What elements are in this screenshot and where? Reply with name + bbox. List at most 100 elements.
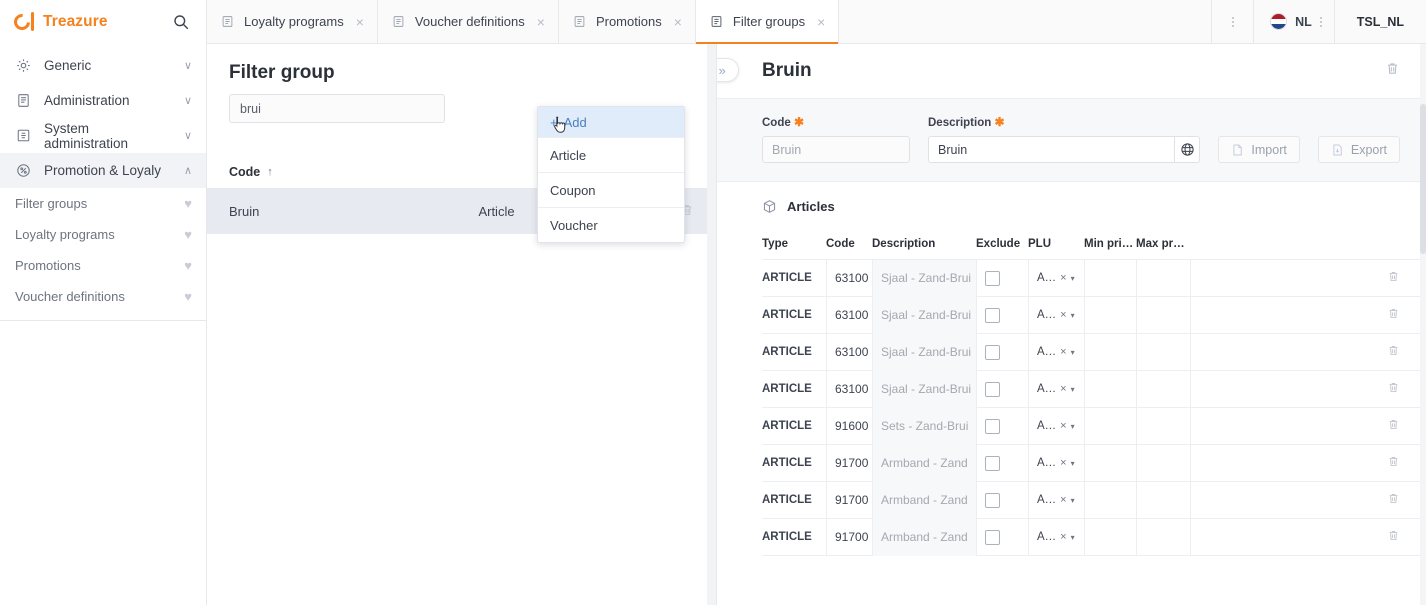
chevron-down-icon[interactable]: ▾ (1071, 311, 1075, 320)
code-input[interactable] (762, 136, 910, 163)
list-panel-scrollbar[interactable] (707, 44, 716, 605)
plu-select[interactable]: A… × ▾ (1037, 531, 1075, 543)
exclude-checkbox[interactable] (985, 270, 1000, 286)
table-row[interactable]: ARTICLE 91700 Armband - Zand A… × ▾ (762, 444, 1426, 482)
user-menu[interactable]: TSL_NL (1334, 0, 1426, 43)
sidebar-item-filter-groups[interactable]: Filter groups ♥ (0, 188, 206, 219)
add-type-dropdown[interactable]: + Add Article Coupon Voucher (537, 106, 685, 243)
plu-select[interactable]: A… × ▾ (1037, 272, 1075, 284)
sidebar-item-system-administration[interactable]: System administration ∨ (0, 118, 206, 153)
trash-icon[interactable] (1387, 272, 1400, 286)
trash-icon[interactable] (1387, 383, 1400, 397)
table-row[interactable]: ARTICLE 91700 Armband - Zand A… × ▾ (762, 518, 1426, 556)
plu-select[interactable]: A… × ▾ (1037, 383, 1075, 395)
more-options-icon[interactable] (1319, 16, 1322, 27)
sidebar-item-generic[interactable]: Generic ∨ (0, 48, 206, 83)
cell-max-price[interactable] (1136, 333, 1190, 371)
trash-icon[interactable] (1387, 309, 1400, 323)
clear-icon[interactable]: × (1060, 531, 1066, 543)
export-button[interactable]: Export (1317, 136, 1400, 163)
clear-icon[interactable]: × (1060, 309, 1066, 321)
trash-icon[interactable] (1387, 457, 1400, 471)
clear-icon[interactable]: × (1060, 383, 1066, 395)
cell-min-price[interactable] (1084, 370, 1136, 408)
cell-min-price[interactable] (1084, 407, 1136, 445)
cell-min-price[interactable] (1084, 518, 1136, 556)
heart-icon[interactable]: ♥ (184, 258, 192, 273)
chevron-down-icon[interactable]: ▾ (1071, 496, 1075, 505)
chevron-down-icon[interactable]: ▾ (1071, 274, 1075, 283)
cell-max-price[interactable] (1136, 481, 1190, 519)
chevron-down-icon[interactable]: ▾ (1071, 422, 1075, 431)
plu-select[interactable]: A… × ▾ (1037, 494, 1075, 506)
sidebar-item-administration[interactable]: Administration ∨ (0, 83, 206, 118)
language-selector[interactable]: NL (1254, 0, 1335, 43)
heart-icon[interactable]: ♥ (184, 227, 192, 242)
tab-loyalty-programs[interactable]: Loyalty programs × (207, 0, 378, 43)
close-icon[interactable]: × (674, 15, 682, 29)
cell-max-price[interactable] (1136, 259, 1190, 297)
clear-icon[interactable]: × (1060, 420, 1066, 432)
cell-min-price[interactable] (1084, 481, 1136, 519)
cell-max-price[interactable] (1136, 444, 1190, 482)
cell-min-price[interactable] (1084, 333, 1136, 371)
exclude-checkbox[interactable] (985, 492, 1000, 508)
sidebar-item-promotions[interactable]: Promotions ♥ (0, 250, 206, 281)
chevron-down-icon[interactable]: ▾ (1071, 533, 1075, 542)
search-icon[interactable] (170, 11, 192, 33)
cell-min-price[interactable] (1084, 259, 1136, 297)
table-row[interactable]: ARTICLE 63100 Sjaal - Zand-Brui A… × ▾ (762, 259, 1426, 297)
cell-min-price[interactable] (1084, 296, 1136, 334)
exclude-checkbox[interactable] (985, 529, 1000, 545)
clear-icon[interactable]: × (1060, 494, 1066, 506)
clear-icon[interactable]: × (1060, 346, 1066, 358)
exclude-checkbox[interactable] (985, 418, 1000, 434)
exclude-checkbox[interactable] (985, 307, 1000, 323)
search-input[interactable] (229, 94, 445, 123)
cell-max-price[interactable] (1136, 518, 1190, 556)
close-icon[interactable]: × (356, 15, 364, 29)
exclude-checkbox[interactable] (985, 381, 1000, 397)
chevron-down-icon[interactable]: ▾ (1071, 348, 1075, 357)
cell-max-price[interactable] (1136, 407, 1190, 445)
plu-select[interactable]: A… × ▾ (1037, 457, 1075, 469)
trash-icon[interactable] (1387, 420, 1400, 434)
heart-icon[interactable]: ♥ (184, 196, 192, 211)
close-icon[interactable]: × (817, 15, 825, 29)
exclude-checkbox[interactable] (985, 344, 1000, 360)
heart-icon[interactable]: ♥ (184, 289, 192, 304)
close-icon[interactable]: × (537, 15, 545, 29)
table-row[interactable]: ARTICLE 63100 Sjaal - Zand-Brui A… × ▾ (762, 370, 1426, 408)
sidebar-item-promotion-loyaly[interactable]: Promotion & Loyaly ∧ (0, 153, 206, 188)
trash-icon[interactable] (1387, 531, 1400, 545)
globe-icon[interactable] (1175, 136, 1201, 163)
chevron-down-icon[interactable]: ▾ (1071, 459, 1075, 468)
cell-min-price[interactable] (1084, 444, 1136, 482)
chevron-double-right-icon[interactable]: » (719, 64, 726, 77)
plu-select[interactable]: A… × ▾ (1037, 346, 1075, 358)
chevron-down-icon[interactable]: ▾ (1071, 385, 1075, 394)
column-header-code[interactable]: Code ↑ (229, 165, 404, 179)
trash-icon[interactable] (1385, 61, 1400, 81)
description-input[interactable] (928, 136, 1176, 163)
dropdown-item-article[interactable]: Article (538, 137, 684, 172)
plu-select[interactable]: A… × ▾ (1037, 309, 1075, 321)
clear-icon[interactable]: × (1060, 272, 1066, 284)
table-row[interactable]: ARTICLE 91600 Sets - Zand-Brui A… × ▾ (762, 407, 1426, 445)
table-row[interactable]: ARTICLE 63100 Sjaal - Zand-Brui A… × ▾ (762, 333, 1426, 371)
tab-filter-groups[interactable]: Filter groups × (695, 0, 840, 44)
exclude-checkbox[interactable] (985, 455, 1000, 471)
import-button[interactable]: Import (1218, 136, 1300, 163)
trash-icon[interactable] (1387, 346, 1400, 360)
dropdown-item-voucher[interactable]: Voucher (538, 207, 684, 242)
tab-overflow-menu-button[interactable] (1212, 0, 1255, 43)
cell-max-price[interactable] (1136, 370, 1190, 408)
detail-panel-scrollbar[interactable] (1420, 44, 1426, 605)
dropdown-item-coupon[interactable]: Coupon (538, 172, 684, 207)
plu-select[interactable]: A… × ▾ (1037, 420, 1075, 432)
tab-promotions[interactable]: Promotions × (558, 0, 696, 43)
sidebar-item-voucher-definitions[interactable]: Voucher definitions ♥ (0, 281, 206, 312)
tab-voucher-definitions[interactable]: Voucher definitions × (377, 0, 559, 43)
clear-icon[interactable]: × (1060, 457, 1066, 469)
sidebar-item-loyalty-programs[interactable]: Loyalty programs ♥ (0, 219, 206, 250)
